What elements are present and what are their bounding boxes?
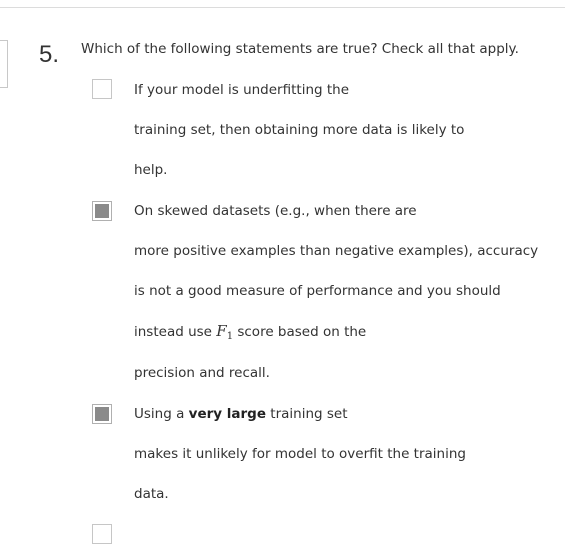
option-2-line-3: is not a good measure of performance and…	[134, 283, 501, 299]
option-2-line-1: On skewed datasets (e.g., when there are	[134, 203, 417, 219]
option-3-line-1: Using a very large training set	[134, 404, 348, 424]
option-2-line-4: instead use F1 score based on the	[134, 321, 366, 347]
question-prompt: Which of the following statements are tr…	[81, 41, 519, 57]
option-3-line-1-after: training set	[266, 406, 348, 422]
top-divider	[0, 7, 565, 8]
option-3-line-2: makes it unlikely for model to overfit t…	[134, 446, 466, 462]
question-number: 5.	[39, 41, 60, 68]
option-1-line-1: If your model is underfitting the	[134, 82, 350, 98]
option-1-line-2: training set, then obtaining more data i…	[134, 122, 465, 138]
f1-symbol: F	[216, 322, 227, 340]
option-2-line-4-before: instead use	[134, 324, 217, 340]
option-2-checkbox[interactable]	[92, 201, 112, 221]
option-3-bold-text: very large	[188, 406, 266, 422]
option-3-line-1-before: Using a	[134, 406, 189, 422]
option-2-line-5: precision and recall.	[134, 365, 270, 381]
option-3-checkbox[interactable]	[92, 404, 112, 424]
option-4-checkbox[interactable]	[92, 524, 112, 544]
option-2-line-2: more positive examples than negative exa…	[134, 243, 539, 259]
option-3-line-3: data.	[134, 486, 169, 502]
option-1-checkbox[interactable]	[92, 79, 112, 99]
option-2-line-4-after: score based on the	[233, 324, 367, 340]
option-1-line-3: help.	[134, 162, 168, 178]
question-marker	[0, 40, 8, 88]
